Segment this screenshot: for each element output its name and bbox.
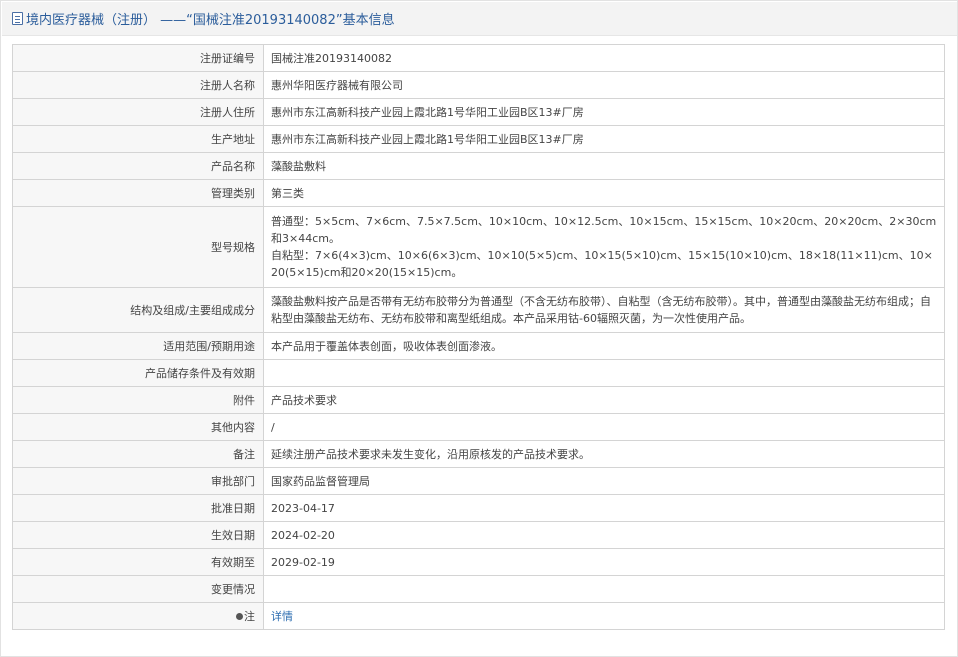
row-label: 批准日期 <box>12 494 264 522</box>
row-value: 产品技术要求 <box>263 386 945 414</box>
table-row-note: 注 详情 <box>12 602 945 630</box>
row-label: 型号规格 <box>12 206 264 288</box>
table-row: 附件 产品技术要求 <box>12 386 945 414</box>
pin-icon <box>236 612 243 620</box>
table-row: 生产地址 惠州市东江高新科技产业园上霞北路1号华阳工业园B区13#厂房 <box>12 125 945 153</box>
table-row: 其他内容 / <box>12 413 945 441</box>
table-row: 产品名称 藻酸盐敷料 <box>12 152 945 180</box>
row-value: 2023-04-17 <box>263 494 945 522</box>
row-label: 注册证编号 <box>12 44 264 72</box>
table-row: 批准日期 2023-04-17 <box>12 494 945 522</box>
row-label: 审批部门 <box>12 467 264 495</box>
table-row: 注册人住所 惠州市东江高新科技产业园上霞北路1号华阳工业园B区13#厂房 <box>12 98 945 126</box>
row-value: / <box>263 413 945 441</box>
row-label: 注册人名称 <box>12 71 264 99</box>
row-value: 藻酸盐敷料 <box>263 152 945 180</box>
table-row: 注册人名称 惠州华阳医疗器械有限公司 <box>12 71 945 99</box>
row-label: 备注 <box>12 440 264 468</box>
table-row: 审批部门 国家药品监督管理局 <box>12 467 945 495</box>
row-value <box>263 575 945 603</box>
table-row: 备注 延续注册产品技术要求未发生变化，沿用原核发的产品技术要求。 <box>12 440 945 468</box>
row-label: 产品储存条件及有效期 <box>12 359 264 387</box>
row-label: 附件 <box>12 386 264 414</box>
row-label: 注册人住所 <box>12 98 264 126</box>
panel-header: 境内医疗器械（注册） ——“国械注准20193140082”基本信息 <box>2 2 957 36</box>
row-label: 生效日期 <box>12 521 264 549</box>
row-value: 惠州华阳医疗器械有限公司 <box>263 71 945 99</box>
table-row: 变更情况 <box>12 575 945 603</box>
row-value: 普通型：5×5cm、7×6cm、7.5×7.5cm、10×10cm、10×12.… <box>263 206 945 288</box>
row-value: 2024-02-20 <box>263 521 945 549</box>
row-label: 变更情况 <box>12 575 264 603</box>
row-value: 国械注准20193140082 <box>263 44 945 72</box>
row-value: 第三类 <box>263 179 945 207</box>
table-row: 管理类别 第三类 <box>12 179 945 207</box>
table-row: 生效日期 2024-02-20 <box>12 521 945 549</box>
row-label: 产品名称 <box>12 152 264 180</box>
table-row: 注册证编号 国械注准20193140082 <box>12 44 945 72</box>
details-link[interactable]: 详情 <box>271 610 293 623</box>
row-label: 生产地址 <box>12 125 264 153</box>
row-value: 2029-02-19 <box>263 548 945 576</box>
row-label: 管理类别 <box>12 179 264 207</box>
info-table: 注册证编号 国械注准20193140082 注册人名称 惠州华阳医疗器械有限公司… <box>12 44 945 630</box>
detail-panel: 境内医疗器械（注册） ——“国械注准20193140082”基本信息 注册证编号… <box>0 0 958 657</box>
page-title: 境内医疗器械（注册） ——“国械注准20193140082”基本信息 <box>26 13 395 28</box>
note-label: 注 <box>244 609 255 623</box>
row-value <box>263 359 945 387</box>
row-value: 藻酸盐敷料按产品是否带有无纺布胶带分为普通型（不含无纺布胶带）、自粘型（含无纺布… <box>263 287 945 333</box>
table-row: 适用范围/预期用途 本产品用于覆盖体表创面，吸收体表创面渗液。 <box>12 332 945 360</box>
table-row: 型号规格 普通型：5×5cm、7×6cm、7.5×7.5cm、10×10cm、1… <box>12 206 945 288</box>
row-label: 适用范围/预期用途 <box>12 332 264 360</box>
document-icon <box>12 12 23 25</box>
row-label: 有效期至 <box>12 548 264 576</box>
row-value: 惠州市东江高新科技产业园上霞北路1号华阳工业园B区13#厂房 <box>263 125 945 153</box>
table-row: 产品储存条件及有效期 <box>12 359 945 387</box>
row-value: 国家药品监督管理局 <box>263 467 945 495</box>
row-label: 结构及组成/主要组成成分 <box>12 287 264 333</box>
row-value: 延续注册产品技术要求未发生变化，沿用原核发的产品技术要求。 <box>263 440 945 468</box>
row-label: 其他内容 <box>12 413 264 441</box>
note-label-cell: 注 <box>12 602 264 630</box>
row-value: 惠州市东江高新科技产业园上霞北路1号华阳工业园B区13#厂房 <box>263 98 945 126</box>
row-value: 本产品用于覆盖体表创面，吸收体表创面渗液。 <box>263 332 945 360</box>
note-value-cell: 详情 <box>263 602 945 630</box>
table-row: 结构及组成/主要组成成分 藻酸盐敷料按产品是否带有无纺布胶带分为普通型（不含无纺… <box>12 287 945 333</box>
table-row: 有效期至 2029-02-19 <box>12 548 945 576</box>
